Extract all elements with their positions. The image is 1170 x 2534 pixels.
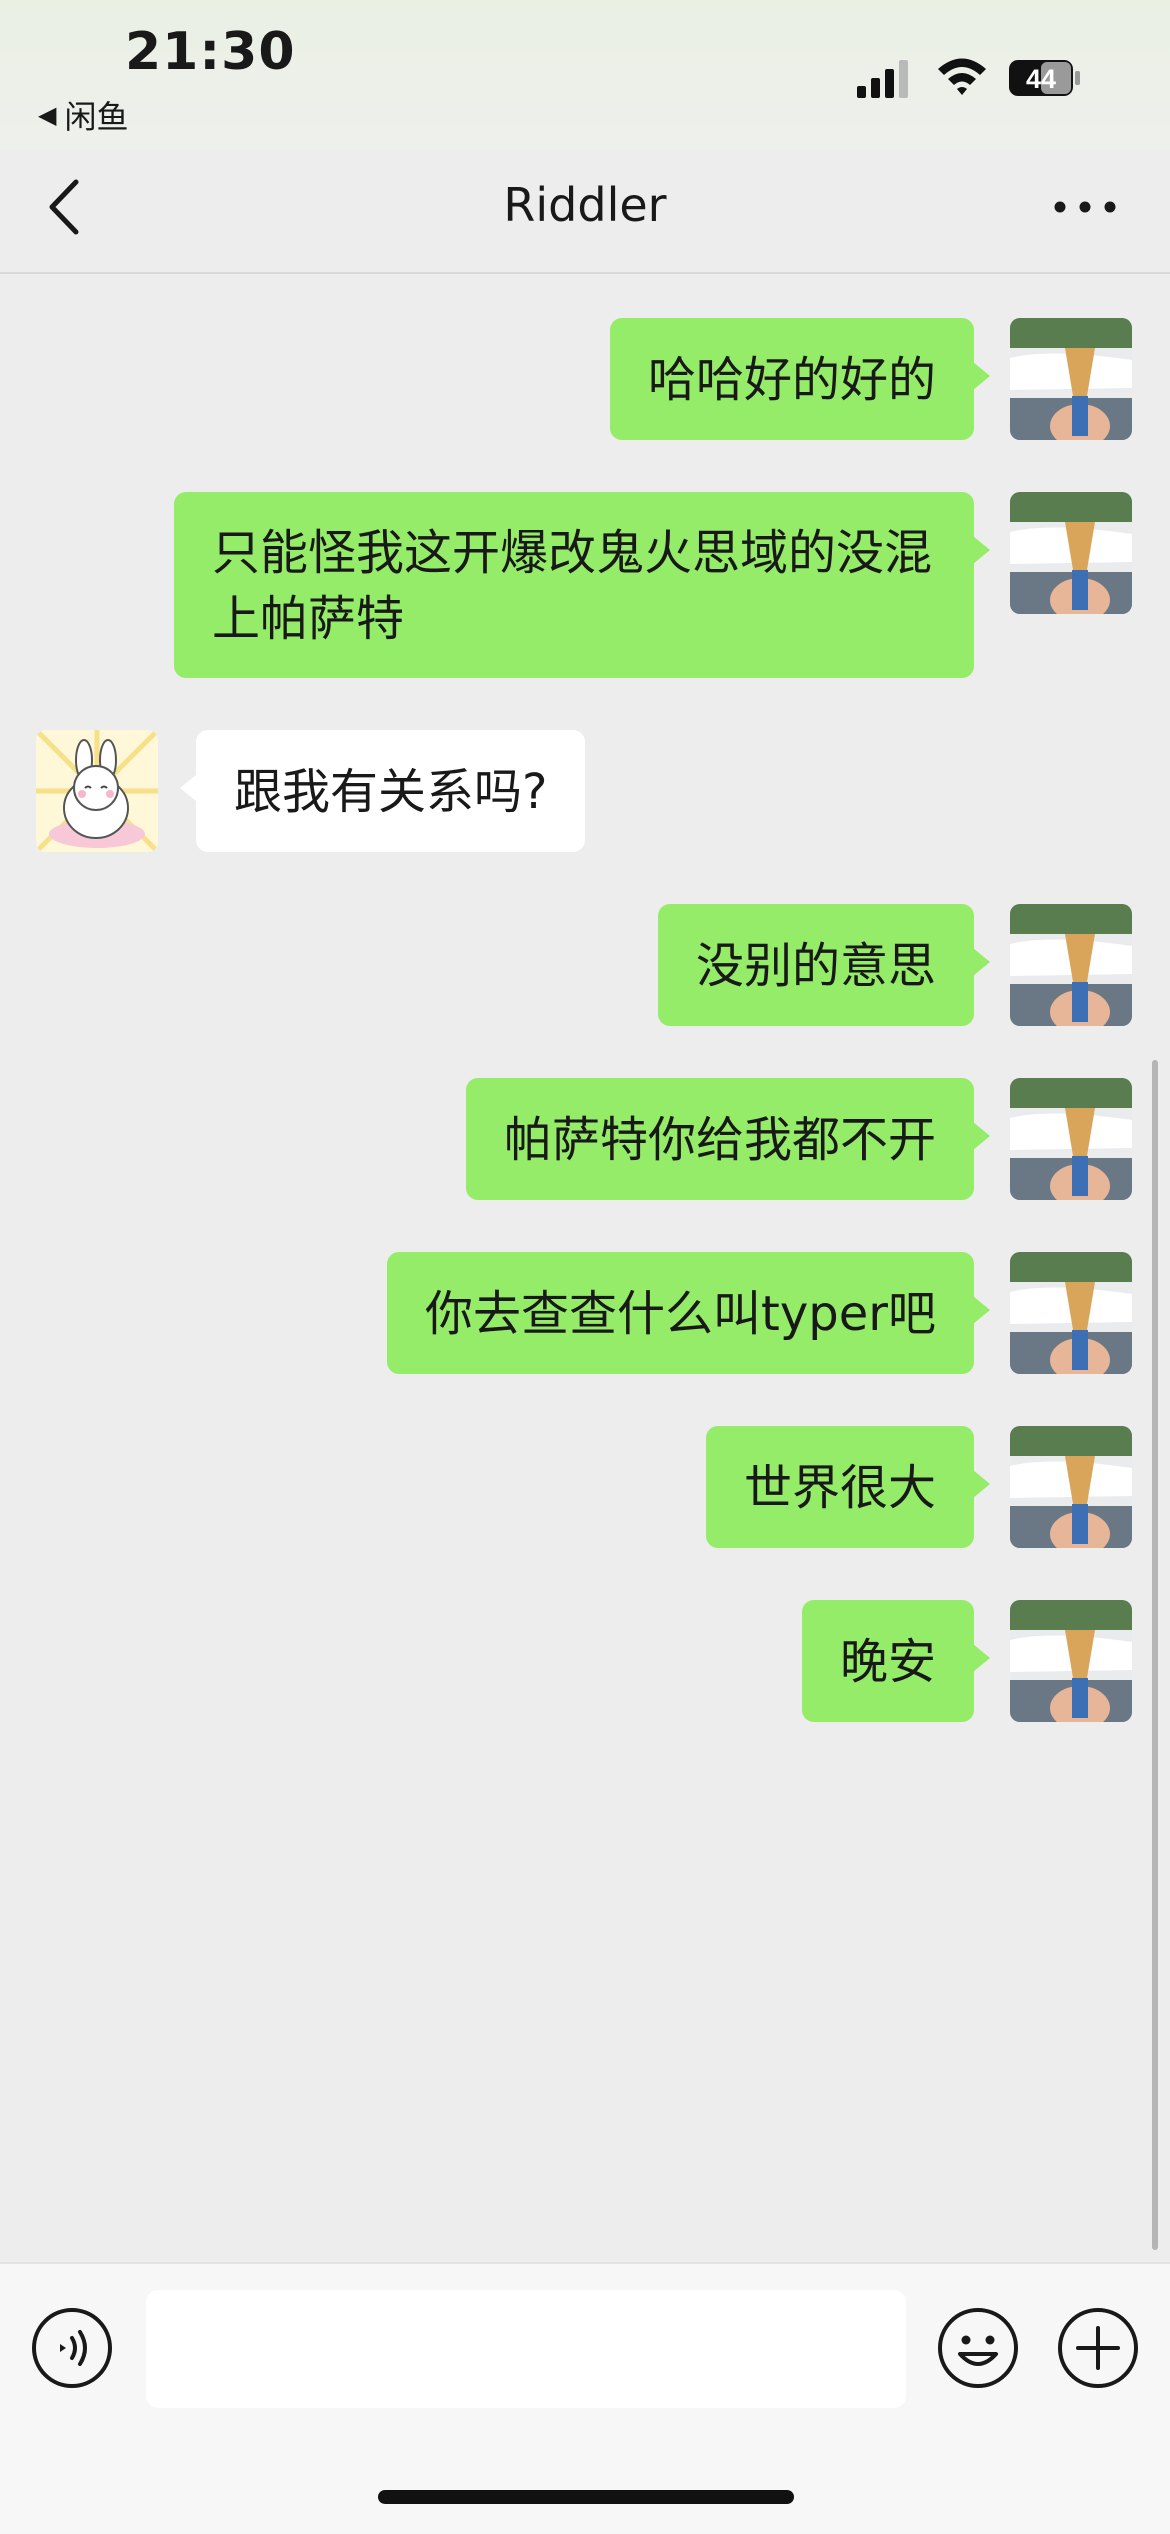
status-time: 21:30 (125, 22, 296, 82)
message-row: 晚安 (0, 1600, 1170, 1722)
contact-avatar[interactable] (36, 730, 158, 852)
message-row: 跟我有关系吗? (0, 730, 1170, 852)
cellular-signal-icon (857, 60, 908, 98)
battery-level: 44 (1026, 64, 1056, 94)
status-bar: 21:30 ◀ 闲鱼 44 (0, 0, 1170, 150)
message-row: 只能怪我这开爆改鬼火思域的没混上帕萨特 (0, 492, 1170, 678)
plus-icon[interactable] (1056, 2306, 1140, 2390)
message-bubble-theirs[interactable]: 跟我有关系吗? (179, 730, 586, 852)
message-row: 世界很大 (0, 1426, 1170, 1548)
back-to-app-link[interactable]: ◀ 闲鱼 (38, 92, 128, 138)
message-bubble-mine[interactable]: 世界很大 (705, 1426, 991, 1548)
my-avatar[interactable] (1010, 1078, 1132, 1200)
message-row: 帕萨特你给我都不开 (0, 1078, 1170, 1200)
emoji-icon[interactable] (936, 2306, 1020, 2390)
message-bubble-mine[interactable]: 只能怪我这开爆改鬼火思域的没混上帕萨特 (174, 492, 990, 678)
message-bubble-mine[interactable]: 哈哈好的好的 (609, 318, 991, 440)
message-bubble-mine[interactable]: 晚安 (801, 1600, 991, 1722)
my-avatar[interactable] (1010, 318, 1132, 440)
wifi-icon (938, 58, 986, 95)
chat-title: Riddler (503, 178, 667, 232)
voice-icon[interactable] (30, 2306, 114, 2390)
message-row: 你去查查什么叫typer吧 (0, 1252, 1170, 1374)
my-avatar[interactable] (1010, 1252, 1132, 1374)
my-avatar[interactable] (1010, 1426, 1132, 1548)
home-indicator[interactable] (378, 2490, 794, 2504)
message-row: 没别的意思 (0, 904, 1170, 1026)
battery-icon: 44 (1009, 60, 1080, 96)
message-bubble-mine[interactable]: 帕萨特你给我都不开 (465, 1078, 991, 1200)
message-bubble-mine[interactable]: 没别的意思 (657, 904, 991, 1026)
message-list[interactable]: 哈哈好的好的 只能怪我这开爆改鬼火思域的没混上帕萨特 跟我有关系吗? 没别的意思… (0, 274, 1170, 2260)
my-avatar[interactable] (1010, 1600, 1132, 1722)
scrollbar[interactable] (1152, 1060, 1158, 2250)
message-row: 哈哈好的好的 (0, 318, 1170, 440)
chat-header: Riddler (0, 150, 1170, 274)
message-input[interactable] (146, 2290, 906, 2408)
back-triangle-icon: ◀ (38, 101, 57, 129)
back-app-label: 闲鱼 (64, 98, 129, 136)
message-bubble-mine[interactable]: 你去查查什么叫typer吧 (387, 1252, 990, 1374)
my-avatar[interactable] (1010, 492, 1132, 614)
my-avatar[interactable] (1010, 904, 1132, 1026)
more-icon[interactable] (1050, 192, 1120, 222)
